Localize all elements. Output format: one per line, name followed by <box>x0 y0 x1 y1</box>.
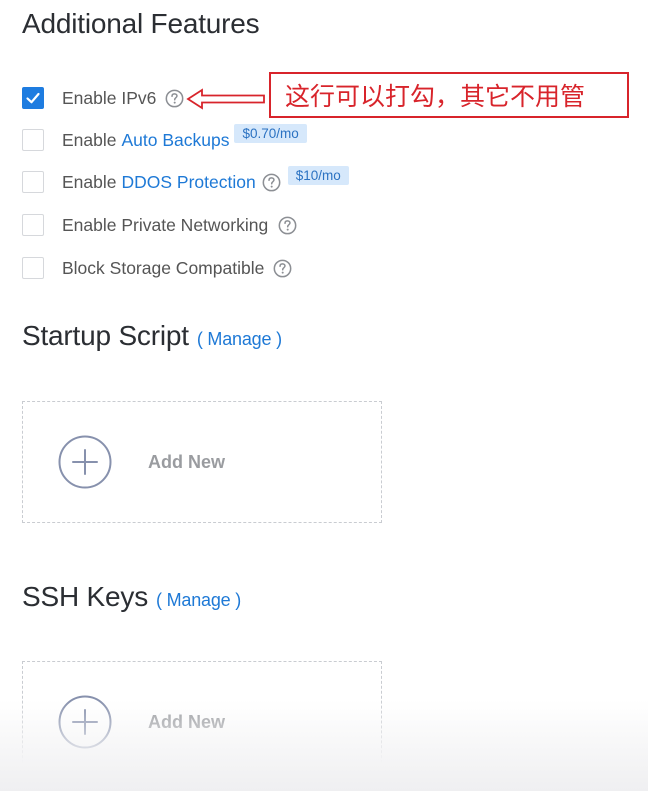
block-storage-checkbox[interactable] <box>22 257 44 279</box>
price-badge: $0.70/mo <box>234 123 307 143</box>
add-ssh-key-card[interactable]: Add New <box>22 661 382 783</box>
help-circle-icon[interactable] <box>262 173 281 192</box>
option-label-prefix: Enable <box>62 171 117 192</box>
plus-circle-icon <box>58 435 112 489</box>
arrow-left-icon <box>186 88 265 110</box>
check-icon <box>26 92 40 104</box>
price-badge: $10/mo <box>287 165 349 185</box>
option-label: Enable Private Networking <box>62 214 269 235</box>
help-circle-icon[interactable] <box>273 259 292 278</box>
option-label-prefix: Enable <box>62 129 117 150</box>
add-new-label: Add New <box>148 451 226 472</box>
help-circle-icon[interactable] <box>278 216 297 235</box>
startup-script-title: Startup Script <box>22 320 189 351</box>
manage-startup-script-link[interactable]: ( Manage ) <box>197 329 282 349</box>
option-auto-backups[interactable]: Enable Auto Backups $0.70/mo <box>22 123 307 153</box>
startup-script-heading: Startup Script ( Manage ) <box>22 320 282 352</box>
add-new-label: Add New <box>148 711 226 732</box>
option-ddos-protection[interactable]: Enable DDOS Protection $10/mo <box>22 165 349 195</box>
option-block-storage[interactable]: Block Storage Compatible <box>22 255 292 281</box>
help-circle-icon[interactable] <box>165 89 184 108</box>
additional-features-heading: Additional Features <box>22 8 260 39</box>
manage-ssh-keys-link[interactable]: ( Manage ) <box>156 590 241 610</box>
option-label: Enable IPv6 <box>62 87 157 108</box>
plus-circle-icon <box>58 695 112 749</box>
private-networking-checkbox[interactable] <box>22 214 44 236</box>
option-label: Block Storage Compatible <box>62 257 265 278</box>
annotation-callout: 这行可以打勾，其它不用管 <box>269 72 629 118</box>
auto-backups-checkbox[interactable] <box>22 129 44 151</box>
ddos-protection-checkbox[interactable] <box>22 171 44 193</box>
option-private-networking[interactable]: Enable Private Networking <box>22 212 297 238</box>
ssh-keys-heading: SSH Keys ( Manage ) <box>22 581 241 613</box>
option-enable-ipv6[interactable]: Enable IPv6 <box>22 85 184 111</box>
auto-backups-link[interactable]: Auto Backups <box>122 130 230 151</box>
add-startup-script-card[interactable]: Add New <box>22 401 382 523</box>
ddos-protection-link[interactable]: DDOS Protection <box>122 172 256 193</box>
ipv6-checkbox[interactable] <box>22 87 44 109</box>
ssh-keys-title: SSH Keys <box>22 581 148 612</box>
